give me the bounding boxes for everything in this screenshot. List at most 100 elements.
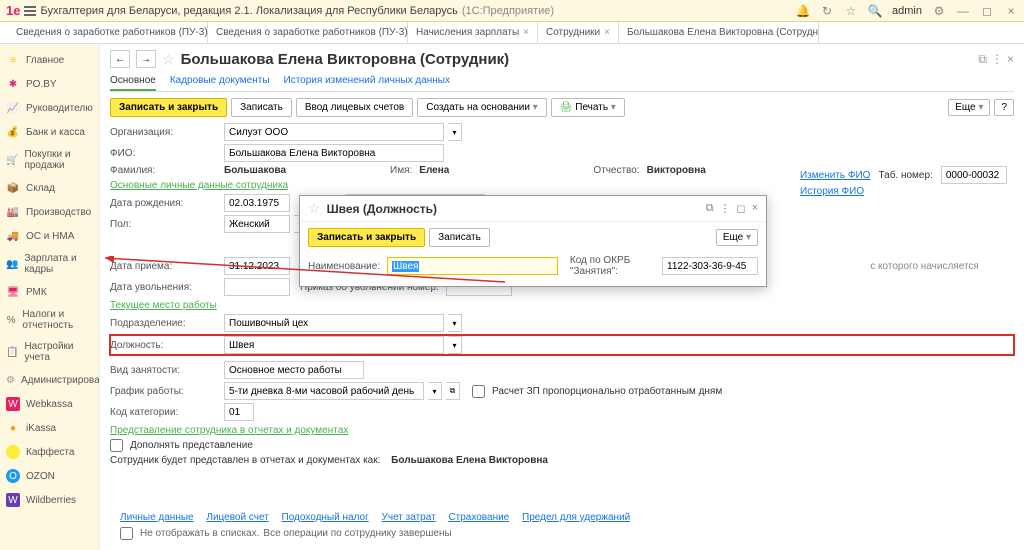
settings-icon[interactable]: ⚙ bbox=[932, 4, 946, 18]
birthdate-label: Дата рождения: bbox=[110, 198, 220, 209]
sidebar-item[interactable]: 🖥РМК bbox=[0, 280, 99, 304]
bottom-link[interactable]: Страхование bbox=[448, 512, 509, 523]
popup-favorite-icon[interactable]: ☆ bbox=[308, 200, 321, 217]
subtab-main[interactable]: Основное bbox=[110, 72, 156, 91]
middlename-value: Викторовна bbox=[647, 165, 706, 176]
bell-icon[interactable]: 🔔 bbox=[796, 4, 810, 18]
popup-code-label: Код по ОКРБ "Занятия": bbox=[570, 255, 655, 277]
popup-save-button[interactable]: Записать bbox=[429, 228, 490, 247]
schedule-input[interactable] bbox=[224, 382, 424, 400]
popup-name-input[interactable]: Швея bbox=[387, 257, 558, 275]
bottom-link[interactable]: Предел для удержаний bbox=[522, 512, 630, 523]
tab[interactable]: Начисления зарплаты× bbox=[408, 22, 538, 43]
popup-save-close-button[interactable]: Записать и закрыть bbox=[308, 228, 425, 247]
change-fio-link[interactable]: Изменить ФИО bbox=[800, 170, 870, 181]
section-repr[interactable]: Представление сотрудника в отчетах и док… bbox=[110, 425, 1014, 436]
popup-menu-icon[interactable]: ⋮ bbox=[719, 202, 730, 215]
schedule-open-icon[interactable]: ⧉ bbox=[446, 382, 460, 400]
hire-input[interactable] bbox=[224, 257, 290, 275]
birthdate-input[interactable] bbox=[224, 194, 290, 212]
ops-done: Все операции по сотруднику завершены bbox=[263, 528, 451, 539]
bottom-link[interactable]: Личные данные bbox=[120, 512, 194, 523]
star-icon[interactable]: ☆ bbox=[844, 4, 858, 18]
supplement-checkbox[interactable] bbox=[110, 439, 123, 452]
tab[interactable]: Сотрудники× bbox=[538, 22, 619, 43]
bottom-links: Личные данные Лицевой счет Подоходный на… bbox=[120, 512, 640, 540]
sidebar-item[interactable]: 👥Зарплата и кадры bbox=[0, 248, 99, 280]
dept-select-icon[interactable]: ▾ bbox=[448, 314, 462, 332]
sidebar-item[interactable]: 📋Настройки учета bbox=[0, 336, 99, 368]
open-window-icon[interactable]: ⧉ bbox=[978, 52, 987, 67]
org-select-icon[interactable]: ▾ bbox=[448, 123, 462, 141]
tabnum-input[interactable] bbox=[941, 166, 1007, 184]
save-close-button[interactable]: Записать и закрыть bbox=[110, 98, 227, 117]
tab-close-icon[interactable]: × bbox=[604, 27, 610, 38]
popup-code-input[interactable] bbox=[662, 257, 758, 275]
tab[interactable]: Сведения о заработке работников (ПУ-3) (… bbox=[208, 22, 408, 43]
help-button[interactable]: ? bbox=[994, 99, 1014, 116]
org-input[interactable] bbox=[224, 123, 444, 141]
calc-prop-checkbox[interactable] bbox=[472, 385, 485, 398]
maximize-icon[interactable]: ◻ bbox=[980, 4, 994, 18]
history-fio-link[interactable]: История ФИО bbox=[800, 186, 864, 197]
fire-input[interactable] bbox=[224, 278, 290, 296]
sidebar-item[interactable]: 📦Склад bbox=[0, 176, 99, 200]
tab[interactable]: Сведения о заработке работников (ПУ-3)× bbox=[8, 22, 208, 43]
popup-more-button[interactable]: Еще bbox=[716, 229, 758, 246]
favorite-icon[interactable]: ☆ bbox=[162, 51, 175, 68]
bottom-link[interactable]: Подоходный налог bbox=[282, 512, 369, 523]
position-popup: ☆ Швея (Должность) ⧉ ⋮ ◻ × Записать и за… bbox=[299, 195, 767, 287]
tab-active[interactable]: Большакова Елена Викторовна (Сотрудник)× bbox=[619, 22, 819, 43]
schedule-label: График работы: bbox=[110, 386, 220, 397]
sidebar: ≡Главное ✱PO.BY 📈Руководителю 💰Банк и ка… bbox=[0, 44, 100, 550]
page-close-icon[interactable]: × bbox=[1007, 52, 1014, 67]
save-button[interactable]: Записать bbox=[231, 98, 292, 117]
position-input[interactable] bbox=[224, 336, 444, 354]
hide-checkbox[interactable] bbox=[120, 527, 133, 540]
search-icon[interactable]: 🔍 bbox=[868, 4, 882, 18]
print-button[interactable]: 🖨 Печать bbox=[551, 98, 625, 117]
section-workplace[interactable]: Текущее место работы bbox=[110, 300, 1014, 311]
sidebar-item[interactable]: WWebkassa bbox=[0, 392, 99, 416]
create-based-button[interactable]: Создать на основании bbox=[417, 98, 547, 117]
sidebar-item[interactable]: ●iKassa bbox=[0, 416, 99, 440]
category-input[interactable] bbox=[224, 403, 254, 421]
bottom-link[interactable]: Учет затрат bbox=[382, 512, 436, 523]
sidebar-item[interactable]: 🏭Производство bbox=[0, 200, 99, 224]
sidebar-item[interactable]: 💰Банк и касса bbox=[0, 120, 99, 144]
schedule-select-icon[interactable]: ▾ bbox=[428, 382, 442, 400]
menu-icon[interactable] bbox=[24, 6, 36, 16]
popup-max-icon[interactable]: ◻ bbox=[736, 202, 745, 215]
page-menu-icon[interactable]: ⋮ bbox=[991, 52, 1003, 67]
bottom-link[interactable]: Лицевой счет bbox=[206, 512, 268, 523]
history-icon[interactable]: ↻ bbox=[820, 4, 834, 18]
minimize-icon[interactable]: — bbox=[956, 4, 970, 18]
gender-input[interactable] bbox=[224, 215, 290, 233]
dept-input[interactable] bbox=[224, 314, 444, 332]
subtab-history[interactable]: История изменений личных данных bbox=[284, 72, 450, 91]
sidebar-item[interactable]: ⚙Администрирование bbox=[0, 368, 99, 392]
sidebar-item[interactable]: ✱PO.BY bbox=[0, 72, 99, 96]
sidebar-item[interactable]: Каффеста bbox=[0, 440, 99, 464]
user-name[interactable]: admin bbox=[892, 5, 922, 17]
close-icon[interactable]: × bbox=[1004, 4, 1018, 18]
sidebar-item[interactable]: 🛒Покупки и продажи bbox=[0, 144, 99, 176]
position-select-icon[interactable]: ▾ bbox=[448, 336, 462, 354]
sidebar-item[interactable]: 📈Руководителю bbox=[0, 96, 99, 120]
popup-openwin-icon[interactable]: ⧉ bbox=[706, 202, 714, 215]
tab-close-icon[interactable]: × bbox=[523, 27, 529, 38]
lastname-label: Фамилия: bbox=[110, 165, 220, 176]
popup-close-icon[interactable]: × bbox=[752, 202, 758, 215]
sidebar-item[interactable]: OOZON bbox=[0, 464, 99, 488]
fio-input[interactable] bbox=[224, 144, 444, 162]
employment-input[interactable] bbox=[224, 361, 364, 379]
sidebar-item[interactable]: 🚚ОС и НМА bbox=[0, 224, 99, 248]
sidebar-item[interactable]: %Налоги и отчетность bbox=[0, 304, 99, 336]
nav-back-button[interactable]: ← bbox=[110, 50, 130, 68]
more-button[interactable]: Еще bbox=[948, 99, 990, 116]
nav-forward-button[interactable]: → bbox=[136, 50, 156, 68]
sidebar-item[interactable]: WWildberries bbox=[0, 488, 99, 512]
accounts-button[interactable]: Ввод лицевых счетов bbox=[296, 98, 413, 117]
subtab-hr-docs[interactable]: Кадровые документы bbox=[170, 72, 270, 91]
sidebar-item[interactable]: ≡Главное bbox=[0, 48, 99, 72]
